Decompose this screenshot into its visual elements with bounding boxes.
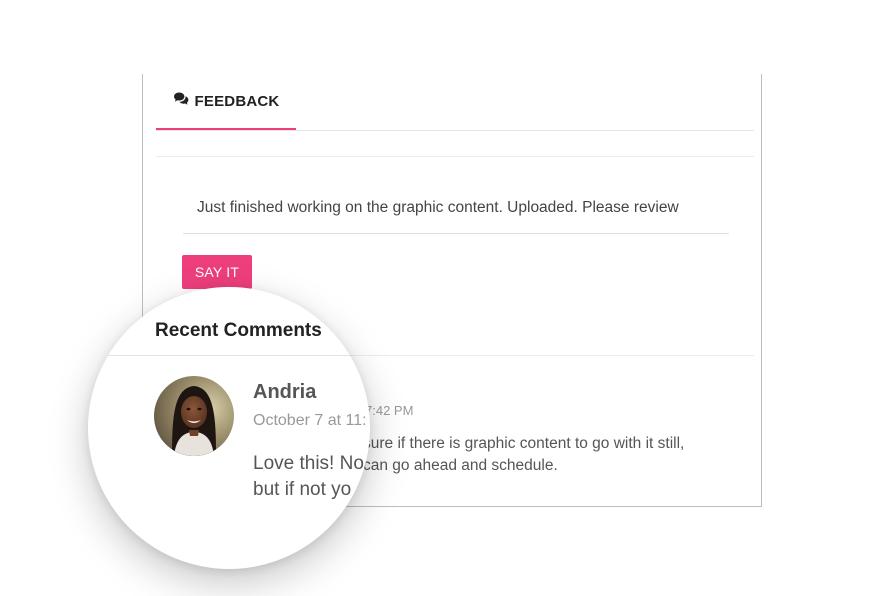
feedback-input-text: Just finished working on the graphic con… [197, 199, 679, 216]
tab-bar: FEEDBACK [156, 74, 754, 131]
tab-feedback-label: FEEDBACK [194, 92, 280, 110]
feedback-input[interactable]: Just finished working on the graphic con… [183, 182, 729, 234]
comment-text-line: Love this! No [253, 453, 364, 474]
say-it-button[interactable]: SAY IT [182, 255, 252, 289]
comment-date: October 7 at 11: [253, 412, 367, 429]
comment-text-line: can go ahead and schedule. [363, 457, 558, 474]
recent-comments-title: Recent Comments [155, 320, 322, 341]
divider [156, 156, 754, 157]
comment-time: 7:42 PM [365, 403, 414, 418]
magnifier-lens: Recent Comments Andria October 7 at 11: … [88, 287, 370, 569]
comment-text-line: but if not yo [253, 479, 352, 500]
tab-feedback[interactable]: FEEDBACK [156, 74, 296, 130]
avatar[interactable] [154, 376, 234, 456]
divider [88, 355, 370, 356]
comment-author[interactable]: Andria [253, 381, 316, 404]
comments-icon [173, 92, 189, 111]
comment-text-line: sure if there is graphic content to go w… [363, 435, 685, 452]
feedback-screen: FEEDBACK Just finished working on the gr… [0, 0, 872, 596]
